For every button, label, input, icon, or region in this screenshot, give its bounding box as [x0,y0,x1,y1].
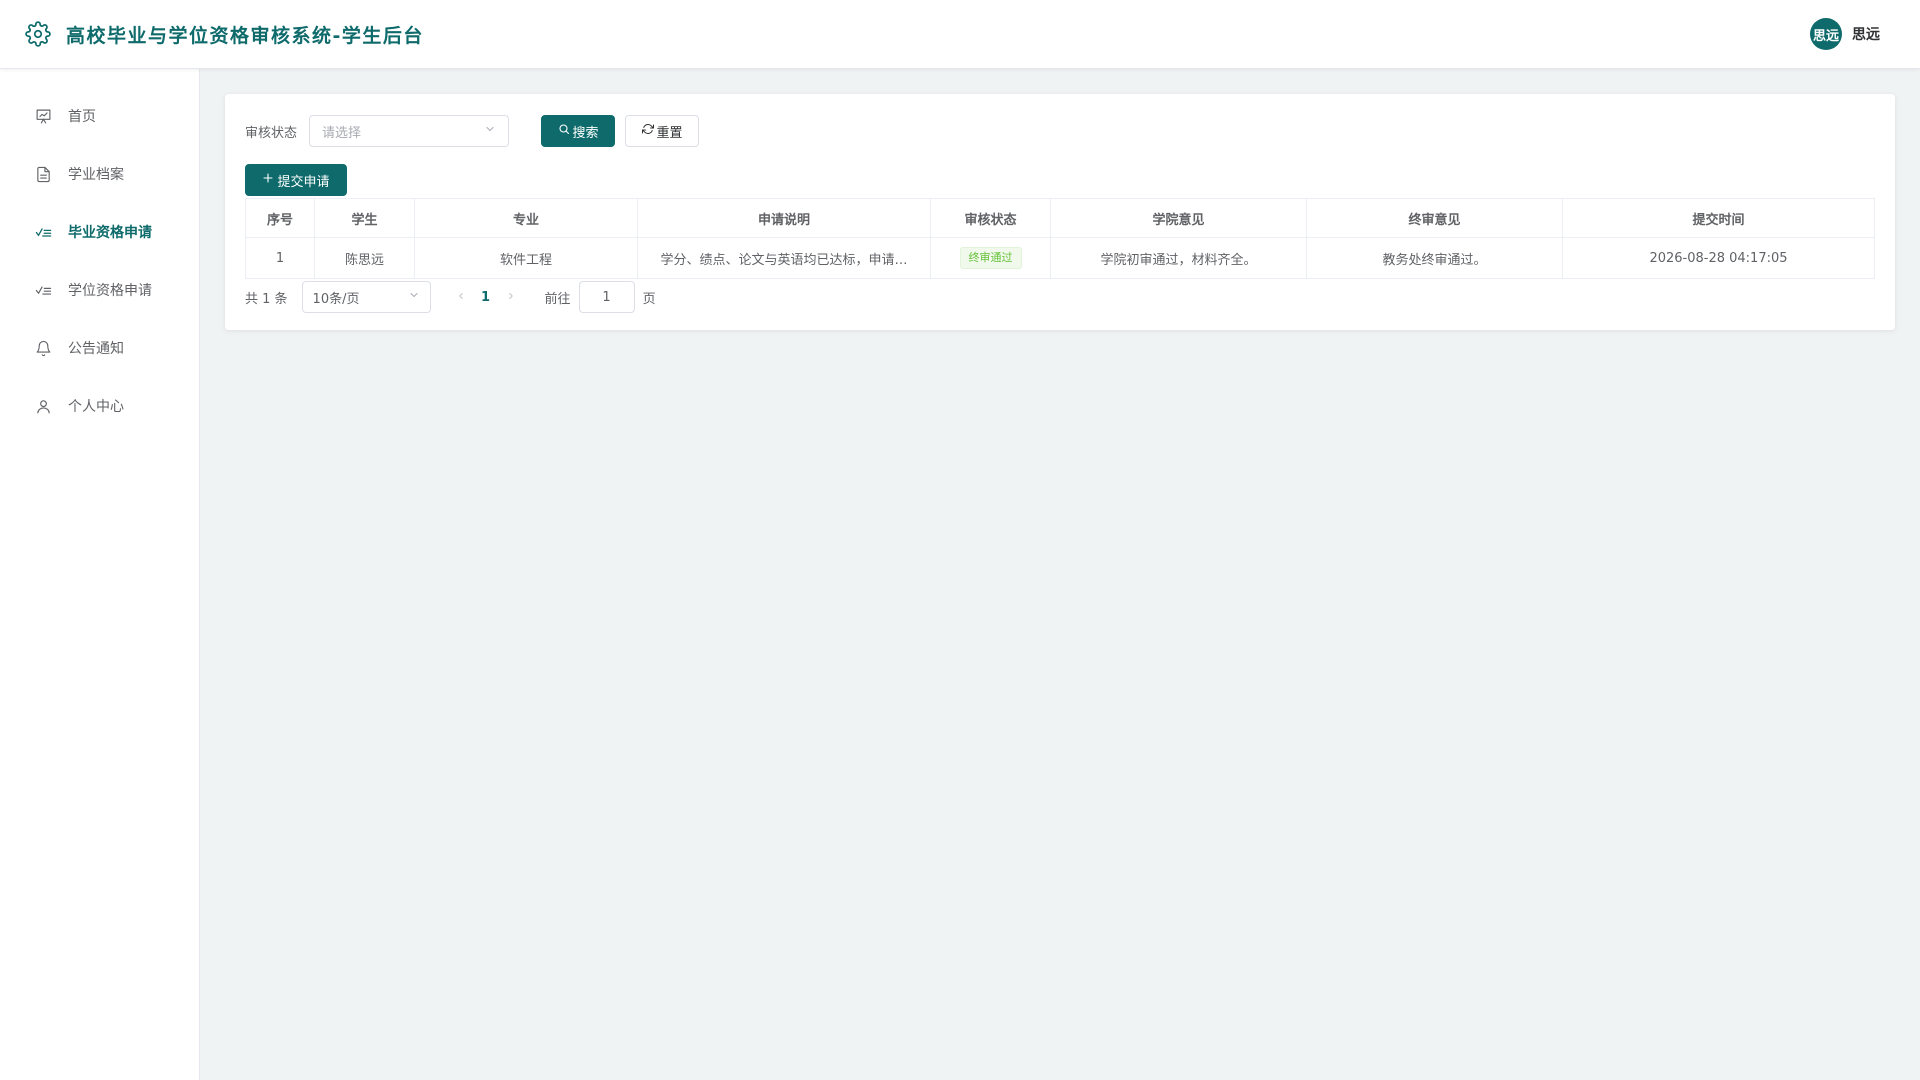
chevron-right-icon [508,293,513,299]
sidebar-item-announcements[interactable]: 公告通知 [0,319,199,377]
sidebar-item-label: 首页 [68,109,96,125]
bell-icon [34,339,52,357]
sidebar-item-label: 毕业资格申请 [68,225,152,241]
pagination: 共 1 条 10条/页 1 前往 页 [245,281,1875,313]
column-header-student[interactable]: 学生 [314,198,415,238]
search-button[interactable]: 搜索 [541,115,616,147]
document-icon [34,165,52,183]
user-icon [34,397,52,415]
refresh-icon [641,123,654,139]
app-title: 高校毕业与学位资格审核系统-学生后台 [66,24,424,47]
cell-index: 1 [245,237,315,279]
status-select[interactable]: 请选择 [309,115,510,147]
checklist-icon [34,223,52,241]
sidebar-item-label: 个人中心 [68,399,124,415]
page-unit-label: 页 [642,291,656,307]
sidebar-item-degree-application[interactable]: 学位资格申请 [0,261,199,319]
column-header-index[interactable]: 序号 [245,198,315,238]
submit-application-label: 提交申请 [277,174,330,190]
reset-button[interactable]: 重置 [625,115,700,147]
goto-page-input[interactable] [578,281,635,313]
presentation-icon [34,107,52,125]
cell-final-opinion: 教务处终审通过。 [1306,237,1563,279]
top-header: 高校毕业与学位资格审核系统-学生后台 思远 思远 [0,0,1920,69]
cell-submit-time: 2026-08-28 04:17:05 [1562,237,1875,279]
column-header-status[interactable]: 审核状态 [930,198,1051,238]
prev-page-button[interactable] [451,289,471,305]
pagination-total: 共 1 条 [245,291,288,307]
sidebar-item-label: 学业档案 [68,167,124,183]
cell-major: 软件工程 [414,237,638,279]
sidebar-item-home[interactable]: 首页 [0,87,199,145]
column-header-college-opinion[interactable]: 学院意见 [1050,198,1307,238]
cell-description: 学分、绩点、论文与英语均已达标，申请… [637,237,931,279]
page-size-select[interactable]: 10条/页 [301,281,431,313]
status-filter-label: 审核状态 [245,125,298,141]
user-menu[interactable]: 思远 思远 [1810,18,1880,50]
sidebar-item-academic-record[interactable]: 学业档案 [0,145,199,203]
column-header-final-opinion[interactable]: 终审意见 [1306,198,1563,238]
sidebar: 首页 学业档案 毕业资格申请 学位资格申请 公告通知 个人中心 [0,69,200,1080]
sidebar-item-label: 学位资格申请 [68,283,152,299]
filter-bar: 审核状态 请选择 搜索 重置 [245,114,1875,148]
chevron-left-icon [458,293,463,299]
search-icon [558,123,570,139]
avatar[interactable]: 思远 [1810,18,1842,50]
cell-college-opinion: 学院初审通过，材料齐全。 [1050,237,1307,279]
sidebar-item-profile[interactable]: 个人中心 [0,377,199,435]
chevron-down-icon [408,289,420,305]
brand: 高校毕业与学位资格审核系统-学生后台 [24,20,424,48]
sidebar-item-graduation-application[interactable]: 毕业资格申请 [0,203,199,261]
reset-button-label: 重置 [656,125,683,141]
table-row[interactable]: 1 陈思远 软件工程 学分、绩点、论文与英语均已达标，申请… 终审通过 学院初审… [245,237,1875,279]
column-header-submit-time[interactable]: 提交时间 [1562,198,1875,238]
column-header-description[interactable]: 申请说明 [637,198,931,238]
applications-table: 序号 学生 专业 申请说明 审核状态 学院意见 终审意见 提交时间 1 陈思远 … [245,198,1875,279]
table-header-row: 序号 学生 专业 申请说明 审核状态 学院意见 终审意见 提交时间 [245,198,1875,238]
status-badge: 终审通过 [959,247,1022,269]
sidebar-item-label: 公告通知 [68,341,124,357]
status-select-placeholder: 请选择 [322,125,362,141]
checklist-icon [34,281,52,299]
cell-student: 陈思远 [314,237,415,279]
page-size-value: 10条/页 [312,291,360,307]
plus-icon [262,172,274,188]
chevron-down-icon [484,123,496,139]
next-page-button[interactable] [501,289,521,305]
cell-status: 终审通过 [930,237,1051,279]
content-card: 审核状态 请选择 搜索 重置 提交申请 序号 学生 专业 申请说明 审核状态 学… [225,94,1895,330]
page-number-current[interactable]: 1 [471,290,501,305]
username[interactable]: 思远 [1852,24,1880,44]
goto-label: 前往 [544,291,571,307]
search-button-label: 搜索 [572,125,599,141]
submit-application-button[interactable]: 提交申请 [245,164,347,196]
column-header-major[interactable]: 专业 [414,198,638,238]
gear-icon [24,20,52,48]
